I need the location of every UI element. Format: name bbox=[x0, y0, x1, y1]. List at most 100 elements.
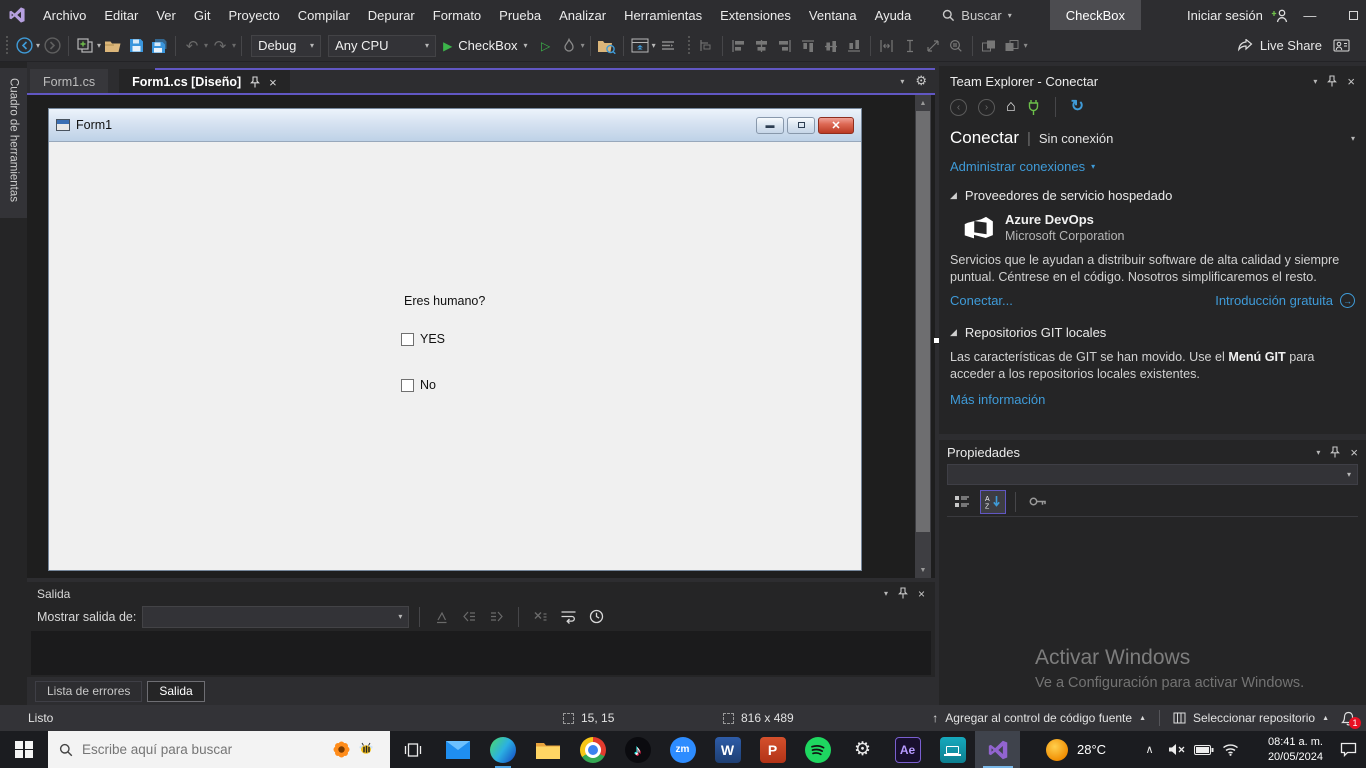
pin-icon[interactable] bbox=[1327, 75, 1338, 88]
start-without-debugging-button[interactable]: ▷ bbox=[535, 34, 557, 58]
selected-object-select[interactable]: ▾ bbox=[947, 464, 1358, 485]
designed-form-window[interactable]: Form1 ▬ ✕ Eres humano? YES No bbox=[48, 108, 862, 571]
bring-to-front-icon[interactable] bbox=[978, 34, 1000, 58]
form-client-area[interactable]: Eres humano? YES No bbox=[49, 142, 861, 571]
tab-form1-designer[interactable]: Form1.cs [Diseño] × bbox=[119, 69, 290, 95]
battery-icon[interactable] bbox=[1190, 744, 1217, 755]
gear-icon[interactable]: ⚙ bbox=[915, 73, 927, 89]
team-explorer-header[interactable]: Team Explorer - Conectar ▾ × bbox=[950, 66, 1355, 89]
size-to-grid-icon[interactable] bbox=[945, 34, 967, 58]
connect-link[interactable]: Conectar... bbox=[950, 293, 1013, 308]
te-back-button[interactable]: ‹ bbox=[950, 98, 967, 116]
send-to-back-icon[interactable] bbox=[1001, 34, 1023, 58]
navigate-back-button[interactable] bbox=[13, 34, 35, 58]
checkbox-yes-box[interactable] bbox=[401, 332, 414, 346]
align-tops-icon[interactable] bbox=[796, 35, 820, 57]
window-position-caret-icon[interactable]: ▾ bbox=[1313, 77, 1317, 86]
refresh-icon[interactable]: ↻ bbox=[1071, 99, 1084, 115]
solution-configuration-select[interactable]: Debug ▾ bbox=[251, 34, 322, 57]
edge-browser-icon[interactable] bbox=[480, 731, 525, 768]
properties-header[interactable]: Propiedades ▾ × bbox=[947, 440, 1358, 460]
search-input[interactable] bbox=[82, 742, 287, 757]
start-button[interactable] bbox=[0, 731, 48, 768]
form-titlebar[interactable]: Form1 ▬ ✕ bbox=[49, 109, 861, 142]
document-list-caret-icon[interactable]: ▾ bbox=[900, 77, 904, 86]
notifications-button[interactable]: 1 bbox=[1338, 708, 1361, 729]
menu-item-herramientas[interactable]: Herramientas bbox=[615, 8, 711, 23]
redo-caret-icon[interactable]: ▾ bbox=[232, 41, 236, 50]
layout-caret-icon[interactable]: ▾ bbox=[652, 41, 656, 50]
menu-item-prueba[interactable]: Prueba bbox=[490, 8, 550, 23]
window-position-caret-icon[interactable]: ▾ bbox=[1316, 448, 1320, 457]
tiktok-app-icon[interactable]: ♪ bbox=[615, 731, 660, 768]
hot-reload-button[interactable] bbox=[558, 34, 580, 58]
categorized-view-button[interactable] bbox=[949, 490, 975, 514]
navigate-forward-button[interactable] bbox=[41, 34, 63, 58]
solution-platform-select[interactable]: Any CPU ▾ bbox=[328, 34, 437, 57]
form-maximize-button[interactable] bbox=[787, 116, 815, 134]
checkbox-yes[interactable]: YES bbox=[401, 332, 445, 346]
live-share-button[interactable]: Live Share bbox=[1237, 38, 1362, 53]
weather-widget[interactable]: 28°C bbox=[1032, 731, 1120, 768]
sign-in-button[interactable]: Iniciar sesión bbox=[1187, 8, 1288, 23]
find-in-files-button[interactable] bbox=[596, 34, 618, 58]
hosted-providers-section-header[interactable]: ◢ Proveedores de servicio hospedado bbox=[950, 188, 1355, 203]
new-item-caret-icon[interactable]: ▾ bbox=[97, 41, 101, 50]
settings-app-icon[interactable]: ⚙ bbox=[840, 731, 885, 768]
te-forward-button[interactable]: › bbox=[978, 98, 995, 116]
arrow-right-circle-icon[interactable]: → bbox=[1340, 293, 1355, 309]
local-git-section-header[interactable]: ◢ Repositorios GIT locales bbox=[950, 325, 1355, 340]
menu-item-compilar[interactable]: Compilar bbox=[289, 8, 359, 23]
powerpoint-app-icon[interactable]: P bbox=[750, 731, 795, 768]
file-explorer-icon[interactable] bbox=[525, 731, 570, 768]
after-effects-app-icon[interactable]: Ae bbox=[885, 731, 930, 768]
scroll-down-icon[interactable]: ▼ bbox=[915, 562, 931, 578]
connect-plug-icon[interactable] bbox=[1027, 99, 1040, 116]
make-same-height-icon[interactable] bbox=[899, 34, 921, 58]
spotify-app-icon[interactable] bbox=[795, 731, 840, 768]
align-lefts-icon[interactable] bbox=[728, 34, 750, 58]
manage-connections-link[interactable]: Administrar conexiones ▾ bbox=[950, 159, 1355, 174]
timestamp-toggle-button[interactable] bbox=[585, 605, 607, 629]
volume-muted-icon[interactable] bbox=[1163, 743, 1190, 756]
restore-button[interactable] bbox=[1332, 0, 1366, 30]
designer-surface[interactable]: Form1 ▬ ✕ Eres humano? YES No ▲ ▼ bbox=[27, 95, 940, 578]
close-icon[interactable]: × bbox=[1347, 74, 1355, 89]
minimize-button[interactable]: — bbox=[1288, 0, 1332, 30]
live-share-people-icon[interactable] bbox=[1333, 39, 1350, 52]
scroll-up-icon[interactable]: ▲ bbox=[915, 95, 931, 111]
output-content[interactable] bbox=[31, 631, 931, 675]
pin-icon[interactable] bbox=[898, 587, 908, 600]
word-wrap-button[interactable] bbox=[557, 605, 579, 629]
toolbar-overflow-caret-icon[interactable]: ▾ bbox=[1024, 41, 1028, 50]
taskbar-search[interactable] bbox=[48, 731, 390, 768]
toolwindow-layout-button[interactable] bbox=[629, 34, 651, 58]
tab-form1-cs[interactable]: Form1.cs bbox=[30, 69, 109, 95]
window-position-caret-icon[interactable]: ▾ bbox=[884, 589, 888, 598]
media-app-icon[interactable] bbox=[930, 731, 975, 768]
tray-overflow-chevron-icon[interactable]: ∧ bbox=[1136, 743, 1163, 756]
menu-item-proyecto[interactable]: Proyecto bbox=[219, 8, 288, 23]
designer-vertical-scrollbar[interactable]: ▲ ▼ bbox=[915, 95, 931, 578]
make-same-size-icon[interactable] bbox=[922, 34, 944, 58]
menu-item-extensiones[interactable]: Extensiones bbox=[711, 8, 800, 23]
add-to-source-control-button[interactable]: ↑ Agregar al control de código fuente ▲ bbox=[932, 711, 1146, 725]
mail-app-icon[interactable] bbox=[435, 731, 480, 768]
scrollbar-thumb[interactable] bbox=[916, 111, 930, 532]
close-icon[interactable]: × bbox=[918, 587, 925, 601]
menu-item-archivo[interactable]: Archivo bbox=[34, 8, 95, 23]
menu-item-editar[interactable]: Editar bbox=[95, 8, 147, 23]
search-button[interactable]: Buscar ▾ bbox=[942, 8, 1012, 23]
save-all-button[interactable] bbox=[148, 34, 170, 58]
zoom-app-icon[interactable]: zm bbox=[660, 731, 705, 768]
task-view-button[interactable] bbox=[390, 731, 435, 768]
menu-item-git[interactable]: Git bbox=[185, 8, 220, 23]
close-tab-icon[interactable]: × bbox=[269, 75, 277, 90]
open-file-button[interactable] bbox=[102, 34, 124, 58]
format-list-icon[interactable] bbox=[657, 34, 679, 58]
snap-lines-icon[interactable] bbox=[695, 34, 717, 58]
more-info-link[interactable]: Más información bbox=[950, 392, 1355, 407]
close-icon[interactable]: × bbox=[1350, 445, 1358, 460]
hot-reload-caret-icon[interactable]: ▾ bbox=[581, 41, 585, 50]
menu-item-formato[interactable]: Formato bbox=[424, 8, 490, 23]
